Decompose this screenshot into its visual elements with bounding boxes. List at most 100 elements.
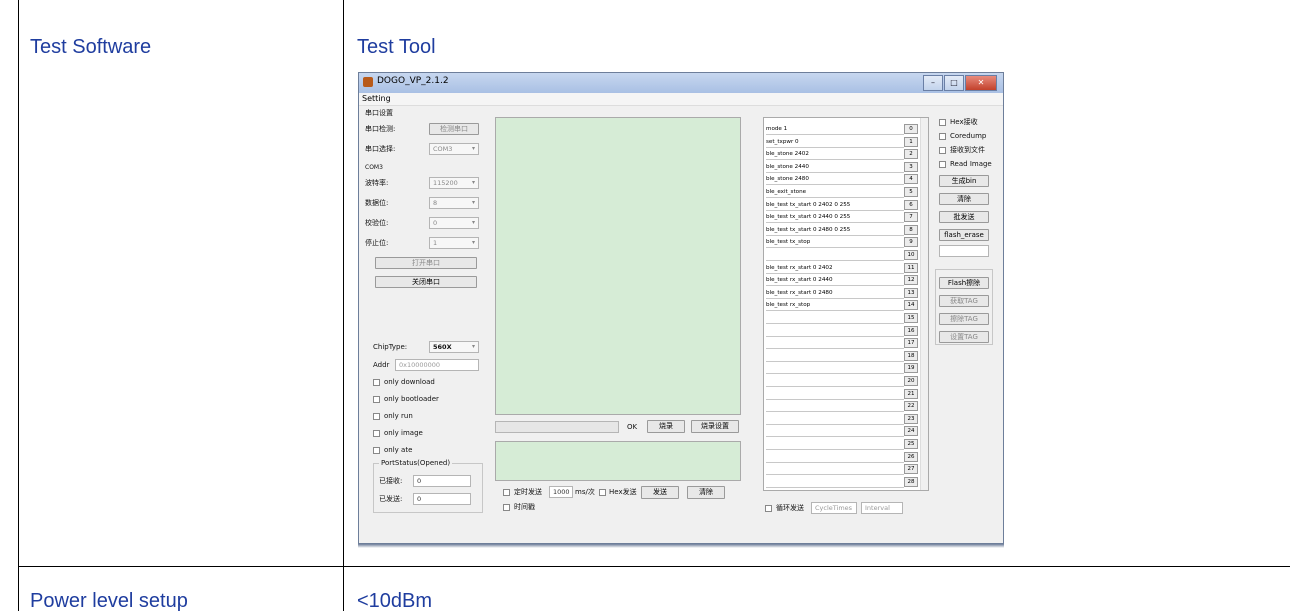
command-input[interactable]: ble_test rx_start 0 2480 <box>766 288 904 299</box>
timed-send-checkbox[interactable] <box>503 489 510 496</box>
maximize-button[interactable]: □ <box>944 75 964 91</box>
command-input[interactable] <box>766 452 904 463</box>
command-input[interactable] <box>766 389 904 400</box>
databits-select[interactable]: 8 <box>429 197 479 209</box>
command-input[interactable]: ble_stone 2402 <box>766 149 904 161</box>
baud-select[interactable]: 115200 <box>429 177 479 189</box>
command-send-button[interactable]: 20 <box>904 376 918 386</box>
send-button[interactable]: 发送 <box>641 486 679 499</box>
command-send-button[interactable]: 25 <box>904 439 918 449</box>
interval-ms-input[interactable]: Interval <box>861 502 903 514</box>
command-send-button[interactable]: 10 <box>904 250 918 260</box>
command-input[interactable]: ble_stone 2440 <box>766 162 904 173</box>
command-send-button[interactable]: 3 <box>904 161 918 172</box>
command-input[interactable]: ble_test rx_start 0 2440 <box>766 275 904 287</box>
only-image-checkbox[interactable] <box>373 430 380 437</box>
command-input[interactable]: ble_stone 2480 <box>766 174 904 186</box>
flash-erase-button[interactable]: flash_erase <box>939 229 989 241</box>
command-input[interactable]: set_txpwr 0 <box>766 137 904 148</box>
command-input[interactable] <box>766 439 904 450</box>
burn-button[interactable]: 烧录 <box>647 420 685 433</box>
command-scrollbar[interactable] <box>920 118 928 490</box>
command-send-button[interactable]: 27 <box>904 464 918 475</box>
command-input[interactable] <box>766 464 904 476</box>
command-input[interactable] <box>766 426 904 438</box>
command-input[interactable] <box>766 351 904 362</box>
command-input[interactable]: ble_exit_stone <box>766 187 904 198</box>
addr-input[interactable]: 0x10000000 <box>395 359 479 371</box>
command-input[interactable]: ble_test tx_start 0 2402 0 255 <box>766 200 904 211</box>
command-send-button[interactable]: 13 <box>904 287 918 298</box>
command-send-button[interactable]: 17 <box>904 338 918 349</box>
clear-receive-button[interactable]: 清除 <box>939 193 989 205</box>
minimize-button[interactable]: – <box>923 75 943 91</box>
timestamp-checkbox[interactable] <box>503 504 510 511</box>
command-send-button[interactable]: 23 <box>904 413 918 424</box>
hex-receive-checkbox[interactable] <box>939 119 946 126</box>
command-input[interactable] <box>766 401 904 413</box>
command-input[interactable] <box>766 363 904 375</box>
get-tag-button[interactable]: 获取TAG <box>939 295 989 307</box>
command-send-button[interactable]: 12 <box>904 275 918 286</box>
only-ate-checkbox[interactable] <box>373 447 380 454</box>
gen-bin-button[interactable]: 生成bin <box>939 175 989 187</box>
command-send-button[interactable]: 0 <box>904 124 918 134</box>
command-send-button[interactable]: 19 <box>904 363 918 374</box>
chiptype-select[interactable]: 560X <box>429 341 479 353</box>
command-send-button[interactable]: 22 <box>904 401 918 412</box>
set-tag-button[interactable]: 设置TAG <box>939 331 989 343</box>
command-send-button[interactable]: 11 <box>904 262 918 273</box>
detect-port-button[interactable]: 检测串口 <box>429 123 479 135</box>
menu-setting[interactable]: Setting <box>362 94 391 103</box>
command-send-button[interactable]: 21 <box>904 388 918 399</box>
command-input[interactable]: ble_test rx_start 0 2402 <box>766 263 904 274</box>
command-input[interactable]: ble_test rx_stop <box>766 300 904 312</box>
burn-settings-button[interactable]: 烧录设置 <box>691 420 739 433</box>
erase-tag-button[interactable]: 擦除TAG <box>939 313 989 325</box>
flash-erase-input[interactable] <box>939 245 989 257</box>
parity-select[interactable]: 0 <box>429 217 479 229</box>
command-input[interactable] <box>766 250 904 261</box>
flash-clear-button[interactable]: Flash擦除 <box>939 277 989 289</box>
batch-send-button[interactable]: 批发送 <box>939 211 989 223</box>
clear-send-button[interactable]: 清除 <box>687 486 725 499</box>
command-input[interactable] <box>766 414 904 425</box>
only-run-checkbox[interactable] <box>373 413 380 420</box>
receive-area[interactable] <box>495 117 741 415</box>
command-input[interactable]: ble_test tx_stop <box>766 237 904 249</box>
loop-send-checkbox[interactable] <box>765 505 772 512</box>
command-input[interactable] <box>766 477 904 488</box>
command-send-button[interactable]: 28 <box>904 476 918 487</box>
read-image-checkbox[interactable] <box>939 161 946 168</box>
command-send-button[interactable]: 2 <box>904 149 918 160</box>
command-input[interactable] <box>766 326 904 337</box>
command-send-button[interactable]: 15 <box>904 313 918 323</box>
command-input[interactable] <box>766 338 904 350</box>
close-port-button[interactable]: 关闭串口 <box>375 276 477 288</box>
close-button[interactable]: ✕ <box>965 75 997 91</box>
command-send-button[interactable]: 1 <box>904 136 918 147</box>
command-send-button[interactable]: 26 <box>904 451 918 462</box>
only-bootloader-checkbox[interactable] <box>373 396 380 403</box>
command-send-button[interactable]: 16 <box>904 325 918 336</box>
coredump-checkbox[interactable] <box>939 133 946 140</box>
command-send-button[interactable]: 24 <box>904 426 918 437</box>
hex-send-checkbox[interactable] <box>599 489 606 496</box>
port-select[interactable]: COM3 <box>429 143 479 155</box>
only-download-checkbox[interactable] <box>373 379 380 386</box>
open-port-button[interactable]: 打开串口 <box>375 257 477 269</box>
stopbits-select[interactable]: 1 <box>429 237 479 249</box>
interval-input[interactable]: 1000 <box>549 486 573 498</box>
command-input[interactable]: ble_test tx_start 0 2440 0 255 <box>766 212 904 224</box>
command-send-button[interactable]: 5 <box>904 187 918 197</box>
command-send-button[interactable]: 8 <box>904 224 918 235</box>
command-send-button[interactable]: 7 <box>904 212 918 223</box>
command-send-button[interactable]: 14 <box>904 300 918 311</box>
command-input[interactable] <box>766 376 904 387</box>
command-input[interactable]: mode 1 <box>766 124 904 135</box>
command-send-button[interactable]: 6 <box>904 199 918 210</box>
command-send-button[interactable]: 4 <box>904 174 918 185</box>
command-input[interactable] <box>766 313 904 324</box>
command-send-button[interactable]: 18 <box>904 350 918 361</box>
cycle-times-input[interactable]: CycleTimes <box>811 502 857 514</box>
